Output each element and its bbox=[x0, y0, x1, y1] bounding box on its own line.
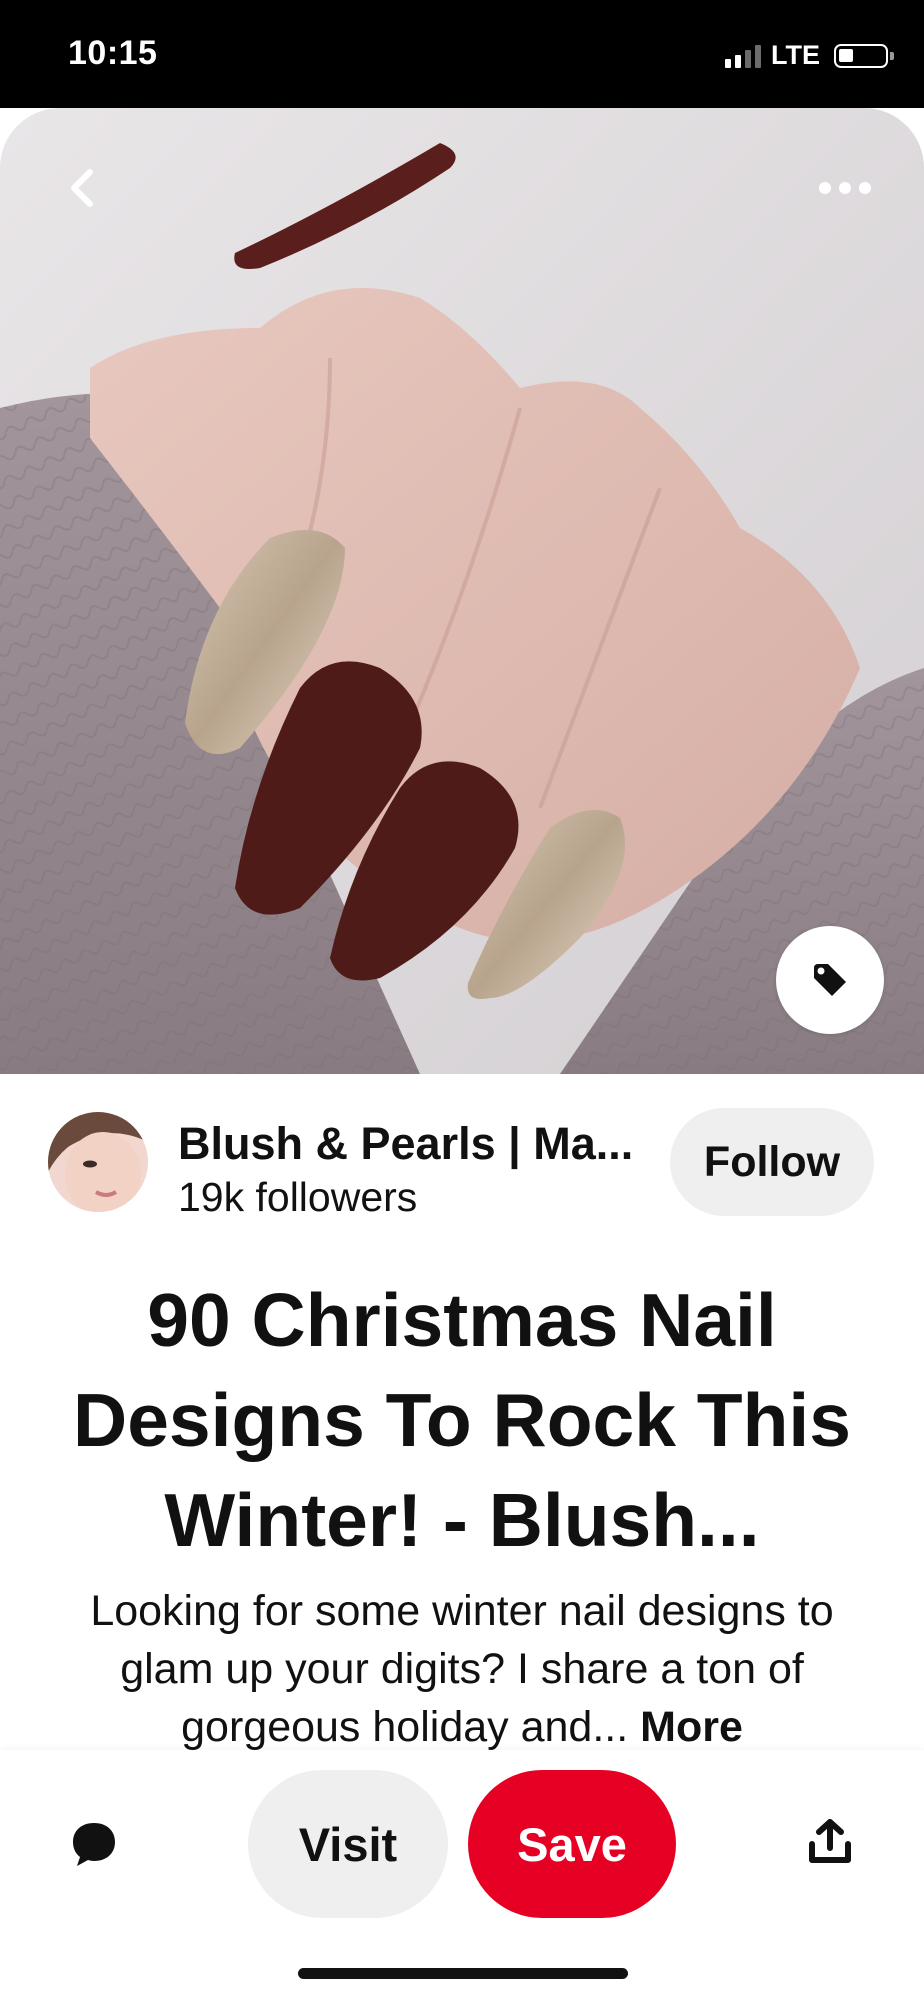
status-indicators: LTE bbox=[725, 40, 894, 71]
ellipsis-icon bbox=[819, 182, 871, 194]
shop-tag-button[interactable] bbox=[776, 926, 884, 1034]
home-indicator[interactable] bbox=[298, 1968, 628, 1979]
price-tag-icon bbox=[814, 964, 846, 996]
share-button[interactable] bbox=[800, 1812, 860, 1872]
signal-strength-icon bbox=[725, 44, 761, 68]
more-options-button[interactable] bbox=[810, 168, 880, 208]
creator-avatar[interactable] bbox=[48, 1112, 148, 1212]
network-type: LTE bbox=[771, 40, 820, 70]
pin-image[interactable] bbox=[0, 108, 924, 1074]
battery-icon bbox=[834, 43, 894, 68]
pin-title: 90 Christmas Nail Designs To Rock This W… bbox=[73, 1278, 851, 1562]
avatar-image bbox=[48, 1112, 148, 1212]
share-upload-icon bbox=[809, 1819, 851, 1863]
status-bar: 10:15 LTE bbox=[0, 0, 924, 108]
status-time: 10:15 bbox=[68, 34, 158, 72]
follow-button[interactable]: Follow bbox=[670, 1108, 874, 1216]
creator-follower-count: 19k followers bbox=[178, 1174, 418, 1220]
save-button[interactable]: Save bbox=[468, 1770, 676, 1918]
comment-bubble-icon bbox=[73, 1823, 115, 1866]
pin-description: Looking for some winter nail designs to … bbox=[40, 1582, 884, 1750]
comment-button[interactable] bbox=[64, 1814, 124, 1874]
more-link[interactable]: More bbox=[640, 1703, 743, 1750]
chevron-left-icon bbox=[71, 169, 93, 207]
bottom-action-bar: Visit Save bbox=[0, 1750, 924, 2000]
creator-name[interactable]: Blush & Pearls | Ma... bbox=[178, 1118, 648, 1170]
visit-button[interactable]: Visit bbox=[248, 1770, 448, 1918]
creator-row: Blush & Pearls | Ma... 19k followers Fol… bbox=[0, 1074, 924, 1254]
back-button[interactable] bbox=[52, 158, 112, 218]
nail-photo bbox=[0, 108, 924, 1074]
